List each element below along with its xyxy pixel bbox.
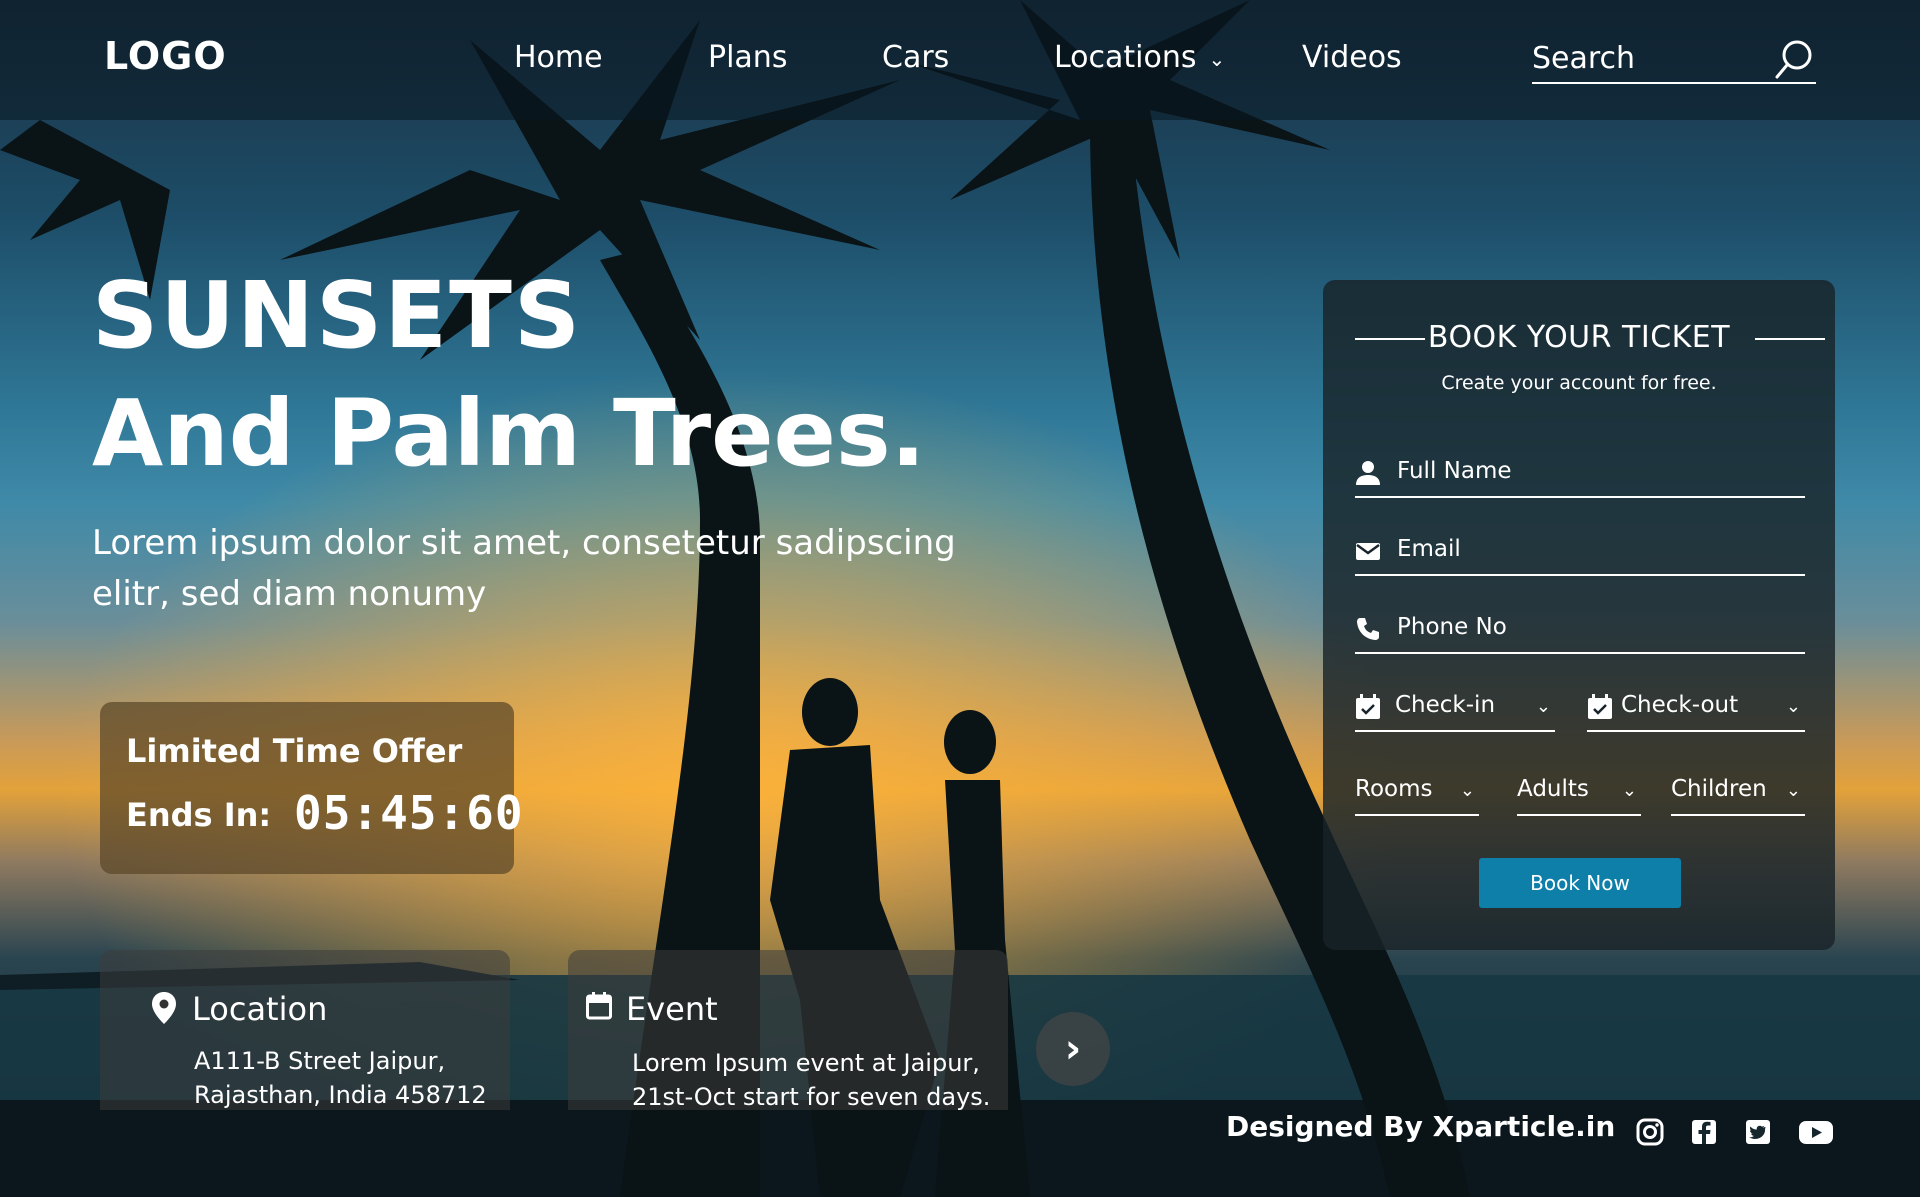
search-bar <box>1532 36 1816 84</box>
instagram-icon[interactable] <box>1634 1116 1666 1148</box>
check-out-select[interactable]: Check-out ⌄ <box>1587 688 1805 732</box>
check-in-label: Check-in <box>1395 692 1496 718</box>
nav-link-locations-label: Locations <box>1054 40 1197 75</box>
youtube-icon[interactable] <box>1796 1116 1836 1148</box>
location-address-line2: Rajasthan, India 458712 <box>194 1081 487 1109</box>
hero-title-line1: SUNSETS <box>92 262 583 369</box>
check-out-label: Check-out <box>1621 692 1739 718</box>
calendar-check-icon <box>1356 694 1380 719</box>
chevron-down-icon: ⌄ <box>1459 780 1475 801</box>
mail-icon <box>1356 543 1380 560</box>
search-input[interactable] <box>1532 36 1772 80</box>
twitter-icon[interactable] <box>1742 1116 1774 1148</box>
nav-link-cars[interactable]: Cars <box>882 40 949 75</box>
site-logo[interactable]: LOGO <box>104 34 227 78</box>
phone-icon <box>1357 618 1379 640</box>
search-icon[interactable] <box>1774 38 1814 80</box>
event-card-title: Event <box>626 990 718 1028</box>
chevron-down-icon: ⌄ <box>1785 696 1801 717</box>
full-name-placeholder: Full Name <box>1397 458 1512 484</box>
event-text-line2: 21st-Oct start for seven days. <box>632 1083 991 1111</box>
full-name-field[interactable]: Full Name <box>1355 454 1805 498</box>
event-text-line1: Lorem Ipsum event at Jaipur, <box>632 1049 980 1077</box>
chevron-down-icon: ⌄ <box>1208 46 1226 71</box>
offer-ends-label: Ends In: <box>126 796 272 834</box>
designer-credit: Designed By Xparticle.in <box>1226 1110 1616 1143</box>
next-arrow-button[interactable]: › <box>1036 1012 1110 1086</box>
chevron-right-icon: › <box>1064 1026 1082 1072</box>
nav-link-locations[interactable]: Locations ⌄ <box>1054 40 1225 75</box>
nav-link-videos[interactable]: Videos <box>1302 40 1402 75</box>
title-divider-right <box>1755 338 1825 340</box>
chevron-down-icon: ⌄ <box>1621 780 1637 801</box>
limited-offer-panel: Limited Time Offer Ends In: 05:45:60 <box>100 702 523 874</box>
adults-label: Adults <box>1517 776 1589 802</box>
calendar-check-icon <box>1588 694 1612 719</box>
user-icon <box>1356 461 1380 485</box>
email-placeholder: Email <box>1397 536 1461 562</box>
top-navbar: LOGO Home Plans Cars Locations ⌄ Videos <box>0 0 1920 120</box>
phone-placeholder: Phone No <box>1397 614 1507 640</box>
countdown-timer: 05:45:60 <box>294 786 524 840</box>
location-card-title: Location <box>192 990 328 1028</box>
adults-select[interactable]: Adults ⌄ <box>1517 772 1641 816</box>
phone-field[interactable]: Phone No <box>1355 610 1805 654</box>
email-field[interactable]: Email <box>1355 532 1805 576</box>
check-in-select[interactable]: Check-in ⌄ <box>1355 688 1555 732</box>
rooms-select[interactable]: Rooms ⌄ <box>1355 772 1479 816</box>
offer-title: Limited Time Offer <box>126 732 463 770</box>
location-address-line1: A111-B Street Jaipur, <box>194 1047 446 1075</box>
location-card: Location A111-B Street Jaipur, Rajasthan… <box>100 950 510 1110</box>
booking-form-panel: BOOK YOUR TICKET Create your account for… <box>1323 280 1835 950</box>
children-select[interactable]: Children ⌄ <box>1671 772 1805 816</box>
rooms-label: Rooms <box>1355 776 1433 802</box>
nav-link-home[interactable]: Home <box>514 40 603 75</box>
chevron-down-icon: ⌄ <box>1785 780 1801 801</box>
location-pin-icon <box>152 992 176 1024</box>
calendar-icon <box>586 992 612 1020</box>
chevron-down-icon: ⌄ <box>1535 696 1551 717</box>
book-now-button[interactable]: Book Now <box>1479 858 1681 908</box>
nav-link-plans[interactable]: Plans <box>708 40 787 75</box>
children-label: Children <box>1671 776 1767 802</box>
facebook-icon[interactable] <box>1688 1116 1720 1148</box>
hero-title-line2: And Palm Trees. <box>92 380 926 487</box>
event-card: Event Lorem Ipsum event at Jaipur, 21st-… <box>568 950 1008 1111</box>
hero-subtitle: Lorem ipsum dolor sit amet, consetetur s… <box>92 523 956 614</box>
booking-subtitle: Create your account for free. <box>1441 372 1717 394</box>
